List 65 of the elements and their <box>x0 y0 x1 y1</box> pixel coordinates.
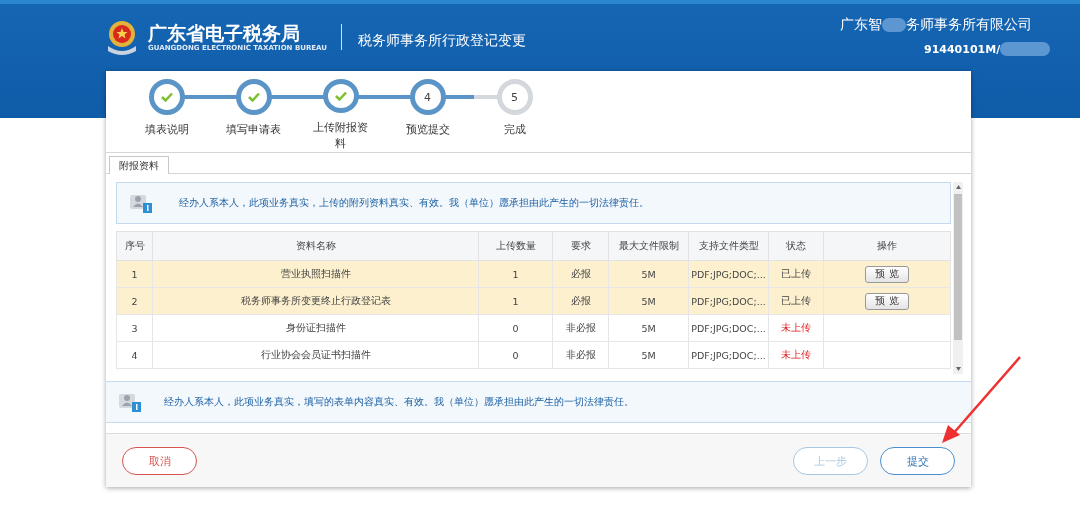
preview-button[interactable]: 预 览 <box>865 292 909 310</box>
column-header: 支持文件类型 <box>688 231 769 261</box>
step-number: 4 <box>424 90 431 104</box>
scrollbar[interactable] <box>953 182 963 374</box>
page-title: 税务师事务所行政登记变更 <box>358 32 526 50</box>
column-header: 要求 <box>552 231 609 261</box>
notice-text: 经办人系本人，此项业务真实，填写的表单内容真实、有效。我（单位）愿承担由此产生的一切法律责任。 <box>164 395 634 409</box>
table-cell: 行业协会会员证书扫描件 <box>152 341 479 369</box>
check-icon <box>160 92 173 102</box>
company-name: 务师事务所有限公司 <box>906 16 1032 34</box>
step-label: 完成 <box>502 122 527 138</box>
table-cell: 1 <box>478 287 553 315</box>
scroll-up-icon[interactable] <box>956 185 961 189</box>
table-cell: 身份证扫描件 <box>152 314 479 342</box>
column-header: 上传数量 <box>478 231 553 261</box>
table-cell: 营业执照扫描件 <box>152 260 479 288</box>
table-cell: 4 <box>116 341 153 369</box>
column-header: 资料名称 <box>152 231 479 261</box>
step-label: 填写申请表 <box>225 122 282 138</box>
step-label: 填表说明 <box>143 122 190 138</box>
column-header: 最大文件限制 <box>608 231 689 261</box>
submit-button[interactable]: 提交 <box>880 447 955 475</box>
table-cell: 0 <box>478 314 553 342</box>
table-cell: 必报 <box>552 287 609 315</box>
status-text: 已上传 <box>768 260 824 288</box>
tab[interactable]: 附报资料 <box>109 156 169 174</box>
step-label: 预览提交 <box>404 122 451 138</box>
step-label: 上传附报资料 <box>312 120 369 152</box>
scroll-down-icon[interactable] <box>956 367 961 371</box>
table-cell: 5M <box>608 341 689 369</box>
table-cell: PDF;JPG;DOC;... <box>688 314 769 342</box>
check-icon <box>247 92 260 102</box>
notice-text: 经办人系本人，此项业务真实，上传的附列资料真实、有效。我（单位）愿承担由此产生的一切法律责任。 <box>179 196 649 210</box>
info-person-icon <box>129 192 153 214</box>
table-cell: 必报 <box>552 260 609 288</box>
preview-button[interactable]: 预 览 <box>865 265 909 283</box>
table-cell: PDF;JPG;DOC;... <box>688 260 769 288</box>
status-text: 已上传 <box>768 287 824 315</box>
company-name: 广东智 <box>840 16 882 34</box>
table-cell: PDF;JPG;DOC;... <box>688 287 769 315</box>
status-text: 未上传 <box>768 314 824 342</box>
redaction-blur <box>1000 42 1051 56</box>
redaction-blur <box>882 18 906 32</box>
status-text: 未上传 <box>768 341 824 369</box>
check-icon <box>334 91 347 101</box>
table-cell: 1 <box>478 260 553 288</box>
table-cell: 非必报 <box>552 314 609 342</box>
table-cell: 税务师事务所变更终止行政登记表 <box>152 287 479 315</box>
table-cell: 0 <box>478 341 553 369</box>
site-title: 广东省电子税务局 <box>148 22 301 44</box>
table-cell: 3 <box>116 314 153 342</box>
table-cell: 5M <box>608 287 689 315</box>
column-header: 序号 <box>116 231 153 261</box>
table-cell: 5M <box>608 314 689 342</box>
column-header: 操作 <box>823 231 951 261</box>
cancel-button[interactable]: 取消 <box>122 447 197 475</box>
info-person-icon <box>118 391 142 413</box>
table-cell: 2 <box>116 287 153 315</box>
step-number: 5 <box>511 90 518 104</box>
table-cell: 非必报 <box>552 341 609 369</box>
tax-id: 91440101M/ <box>924 42 1001 56</box>
table-cell: PDF;JPG;DOC;... <box>688 341 769 369</box>
column-header: 状态 <box>768 231 824 261</box>
table-cell: 1 <box>116 260 153 288</box>
table-cell: 5M <box>608 260 689 288</box>
